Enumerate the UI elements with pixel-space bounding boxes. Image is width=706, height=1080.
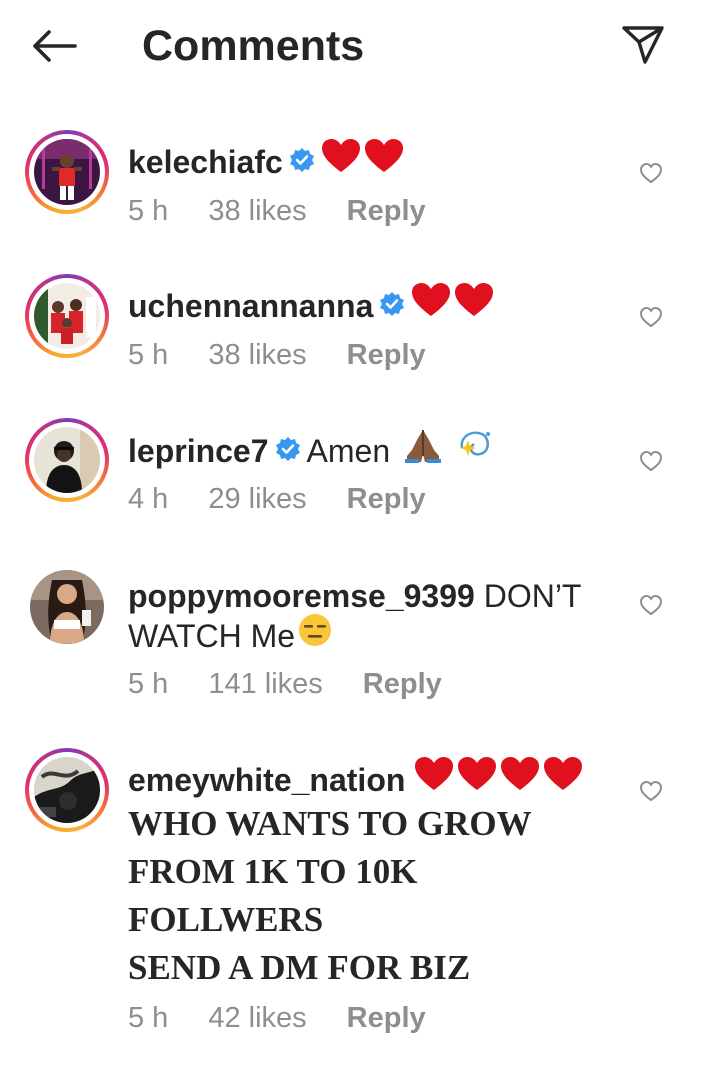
avatar-story-ring[interactable] — [25, 748, 109, 832]
like-comment-button[interactable] — [636, 158, 666, 188]
comment-body-line: SEND A DM FOR BIZ — [128, 948, 471, 987]
comment-likes[interactable]: 29 likes — [208, 479, 306, 519]
comment-username[interactable]: uchennannanna — [128, 288, 373, 324]
folded-hands-emoji-icon — [403, 426, 443, 475]
reply-button[interactable]: Reply — [347, 191, 426, 231]
avatar-story-ring[interactable] — [25, 418, 109, 502]
back-arrow-icon — [33, 30, 77, 62]
comment-likes[interactable]: 38 likes — [208, 335, 306, 375]
verified-badge-icon — [275, 429, 301, 473]
comment-time: 4 h — [128, 483, 169, 515]
page-title: Comments — [142, 22, 365, 70]
avatar — [34, 139, 100, 205]
heart-outline-icon — [639, 306, 663, 328]
heart-outline-icon — [639, 450, 663, 472]
comment-body-line: WHO WANTS TO GROW — [128, 804, 532, 843]
comment-username[interactable]: emeywhite_nation — [128, 762, 405, 798]
reply-button[interactable]: Reply — [363, 664, 442, 704]
red-hearts-emoji-icon — [414, 756, 584, 803]
avatar — [34, 283, 100, 349]
comment-likes[interactable]: 42 likes — [208, 998, 306, 1038]
reply-button[interactable]: Reply — [347, 335, 426, 375]
red-hearts-emoji-icon — [321, 138, 405, 185]
avatar — [34, 757, 100, 823]
comment-text: DON’T — [483, 578, 582, 614]
heart-outline-icon — [639, 162, 663, 184]
comment-time: 5 h — [128, 668, 169, 700]
comment-likes[interactable]: 141 likes — [208, 664, 322, 704]
comment-username[interactable]: kelechiafc — [128, 144, 283, 180]
comment-username[interactable]: leprince7 — [128, 433, 269, 469]
comment-time: 5 h — [128, 339, 169, 371]
comment-body: WHO WANTS TO GROW FROM 1K TO 10K FOLLWER… — [128, 800, 648, 992]
reply-button[interactable]: Reply — [347, 479, 426, 519]
like-comment-button[interactable] — [636, 776, 666, 806]
comment-likes[interactable]: 38 likes — [208, 191, 306, 231]
verified-badge-icon — [289, 140, 315, 184]
heart-outline-icon — [639, 780, 663, 802]
verified-badge-icon — [379, 284, 405, 328]
share-button[interactable] — [618, 22, 668, 66]
avatar-story-ring[interactable] — [25, 274, 109, 358]
reply-button[interactable]: Reply — [347, 998, 426, 1038]
dizzy-emoji-icon — [456, 426, 496, 475]
comment-body-line: FROM 1K TO 10K — [128, 852, 418, 891]
heart-outline-icon — [639, 594, 663, 616]
comment-text: Amen — [306, 432, 391, 469]
comment-time: 5 h — [128, 1002, 169, 1034]
avatar[interactable] — [30, 570, 104, 644]
expressionless-face-emoji-icon — [297, 612, 333, 659]
comment-body-line: FOLLWERS — [128, 900, 324, 939]
like-comment-button[interactable] — [636, 590, 666, 620]
avatar-story-ring[interactable] — [25, 130, 109, 214]
paper-plane-icon — [622, 26, 664, 64]
back-button[interactable] — [30, 26, 78, 66]
like-comment-button[interactable] — [636, 302, 666, 332]
comment-time: 5 h — [128, 195, 169, 227]
header-bar: Comments — [0, 0, 706, 92]
comment-text-line2: WATCH Me — [128, 617, 296, 654]
comment-username[interactable]: poppymooremse_9399 — [128, 578, 475, 614]
avatar — [34, 427, 100, 493]
like-comment-button[interactable] — [636, 446, 666, 476]
red-hearts-emoji-icon — [411, 282, 495, 329]
